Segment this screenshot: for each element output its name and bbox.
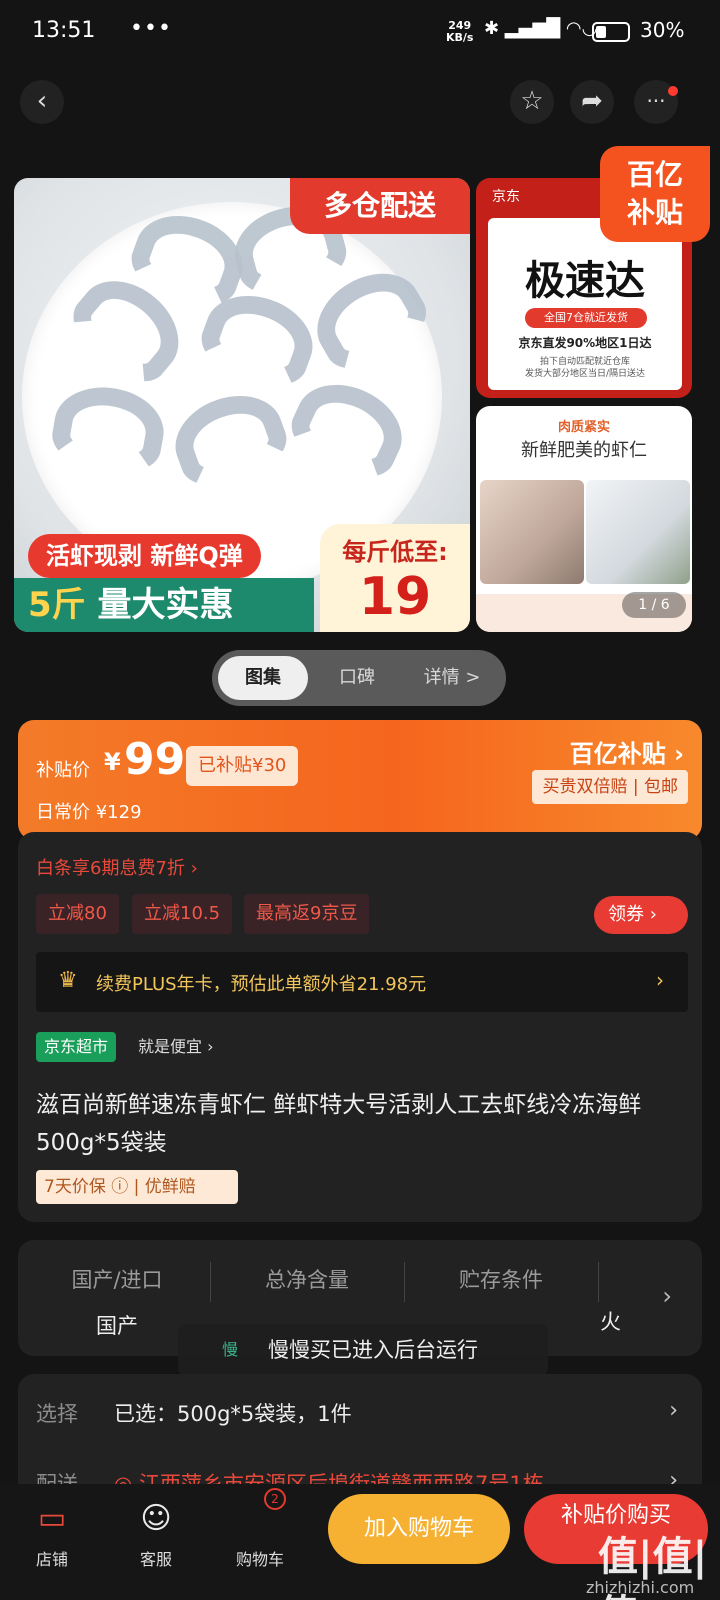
jd-supermarket-badge[interactable]: 京东超市 bbox=[36, 1032, 117, 1062]
express-card: 极速达 全国7仓就近发货 京东直发90%地区1日达 拍下自动匹配就近仓库 发货大… bbox=[488, 218, 682, 390]
media-tabs: 图集 口碑 详情 > bbox=[212, 650, 506, 706]
subsidy-badge: 百亿 补贴 bbox=[600, 146, 710, 242]
chevron-right-icon: › bbox=[656, 968, 664, 992]
price-label: 补贴价 bbox=[36, 760, 90, 781]
cart-count-badge: 2 bbox=[264, 1488, 286, 1510]
battery-icon bbox=[592, 22, 630, 42]
notification-dot bbox=[668, 86, 678, 96]
watermark-url: zhizhizhi.com bbox=[586, 1578, 695, 1597]
battery-percent: 30% bbox=[640, 18, 685, 42]
store-button[interactable]: ▭ 店铺 bbox=[12, 1498, 92, 1570]
bulk-tag: 5斤 量大实惠 bbox=[14, 578, 314, 632]
cart-icon bbox=[220, 1498, 300, 1540]
original-price: 日常价 ¥129 bbox=[36, 802, 142, 823]
divider bbox=[404, 1262, 405, 1302]
add-to-cart-button[interactable]: 加入购物车 bbox=[328, 1494, 510, 1564]
cart-button[interactable]: 购物车 bbox=[220, 1498, 300, 1570]
tab-details[interactable]: 详情 > bbox=[402, 656, 502, 700]
product-info-card: 白条享6期息费7折 › 立减80 立减10.5 最高返9京豆 领券 › ♛ 续费… bbox=[18, 832, 702, 1222]
more-icon: ··· bbox=[646, 89, 666, 113]
divider bbox=[598, 1262, 599, 1302]
coupon-tag[interactable]: 立减10.5 bbox=[132, 894, 233, 934]
chevron-right-icon[interactable]: › bbox=[669, 1398, 678, 1423]
chevron-right-icon: › bbox=[662, 1282, 672, 1310]
shrimp-photo bbox=[586, 480, 690, 584]
favorite-button[interactable]: ☆ bbox=[510, 80, 554, 124]
subsidy-amount-badge: 已补贴¥30 bbox=[186, 746, 299, 786]
share-button[interactable]: ➦ bbox=[570, 80, 614, 124]
live-peeled-tag: 活虾现剥 新鲜Q弹 bbox=[28, 534, 261, 578]
plus-renewal-text: 续费PLUS年卡，预估此单额外省21.98元 bbox=[96, 974, 427, 995]
jd-logo: 京东 bbox=[492, 189, 520, 205]
customer-service-button[interactable]: ☺ 客服 bbox=[116, 1498, 196, 1570]
star-icon: ☆ bbox=[520, 86, 544, 116]
service-icon: ☺ bbox=[140, 1501, 172, 1536]
baitiao-installment-link[interactable]: 白条享6期息费7折 › bbox=[36, 854, 198, 880]
clock: 13:51 bbox=[32, 18, 96, 43]
divider bbox=[210, 1262, 211, 1302]
notification-dots: ••• bbox=[130, 16, 172, 41]
price-banner: 补贴价 ¥ 99 已补贴¥30 日常价 ¥129 百亿补贴 › 买贵双倍赔 | … bbox=[18, 720, 702, 840]
product-title: 滋百尚新鲜速冻青虾仁 鲜虾特大号活剥人工去虾线冷冻海鲜 500g*5袋装 bbox=[36, 1092, 642, 1156]
price-protection-badge[interactable]: 7天价保 ⓘ | 优鲜赔 bbox=[36, 1170, 238, 1204]
select-label: 选择 bbox=[36, 1402, 78, 1426]
get-coupon-button[interactable]: 领券 › bbox=[594, 896, 688, 934]
background-toast: 慢 慢慢买已进入后台运行 bbox=[178, 1324, 548, 1376]
back-icon: ‹ bbox=[36, 86, 48, 116]
product-main-image[interactable]: 多仓配送 活虾现剥 新鲜Q弹 5斤 量大实惠 每斤低至: 19 bbox=[14, 178, 470, 632]
spec-net-weight: 总净含量 bbox=[265, 1268, 349, 1292]
network-speed: 249 KB/s bbox=[446, 19, 474, 44]
brand-subsidy-link[interactable]: 百亿补贴 › bbox=[570, 734, 684, 769]
tab-gallery[interactable]: 图集 bbox=[218, 656, 308, 700]
coupon-tag[interactable]: 立减80 bbox=[36, 894, 119, 934]
store-icon: ▭ bbox=[37, 1501, 67, 1536]
spec-cut-value: 火 bbox=[600, 1310, 621, 1334]
guarantee-badge: 买贵双倍赔 | 包邮 bbox=[532, 770, 688, 804]
selected-variant[interactable]: 已选：500g*5袋装，1件 bbox=[114, 1398, 352, 1428]
app-icon: 慢 bbox=[222, 1340, 239, 1359]
supermarket-slogan[interactable]: 就是便宜 › bbox=[138, 1032, 214, 1062]
share-icon: ➦ bbox=[581, 86, 603, 116]
unit-price-tag: 每斤低至: 19 bbox=[320, 524, 470, 632]
coupon-tag[interactable]: 最高返9京豆 bbox=[244, 894, 370, 934]
signal-icons: ✱ ▂▄▆█ ◠◡ bbox=[484, 18, 598, 39]
status-bar: 13:51 ••• 249 KB/s ✱ ▂▄▆█ ◠◡ 30% bbox=[0, 0, 720, 66]
back-button[interactable]: ‹ bbox=[20, 80, 64, 124]
spec-storage: 贮存条件 bbox=[459, 1268, 543, 1292]
shrimp-photo bbox=[480, 480, 584, 584]
currency-symbol: ¥ bbox=[104, 748, 121, 776]
crown-icon: ♛ bbox=[58, 968, 78, 993]
spec-origin: 国产/进口 国产 bbox=[71, 1268, 163, 1338]
multi-warehouse-tag: 多仓配送 bbox=[290, 178, 470, 234]
subsidy-price: 99 bbox=[124, 734, 186, 785]
plus-renewal-row[interactable]: ♛ 续费PLUS年卡，预估此单额外省21.98元 › bbox=[36, 952, 688, 1012]
tab-reviews[interactable]: 口碑 bbox=[312, 656, 402, 700]
image-counter: 1 / 6 bbox=[622, 592, 686, 618]
